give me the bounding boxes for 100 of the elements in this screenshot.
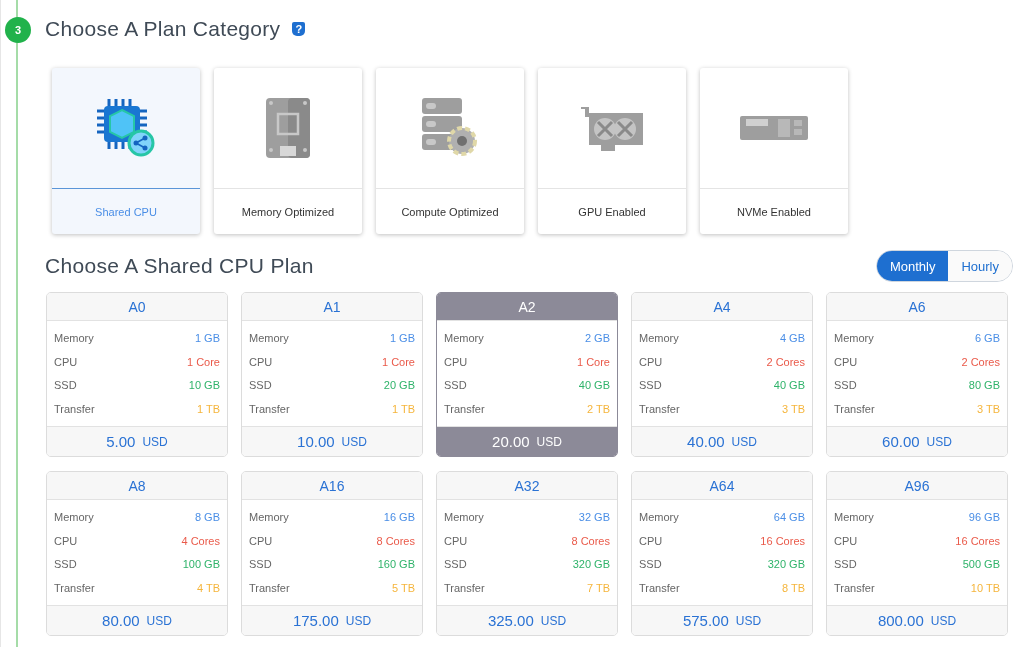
spec-label: SSD	[639, 379, 662, 392]
help-icon[interactable]: ?	[292, 22, 306, 36]
price-amount: 10.00	[297, 433, 335, 450]
spec-value: 10 TB	[970, 581, 1000, 594]
plan-name: A2	[437, 293, 617, 321]
spec-label: CPU	[249, 355, 273, 368]
spec-value: 1 GB	[194, 332, 220, 345]
spec-label: SSD	[249, 558, 272, 571]
spec-label: Memory	[444, 332, 484, 345]
currency: USD	[536, 434, 562, 449]
spec-label: CPU	[54, 355, 78, 368]
spec-value: 3 TB	[976, 402, 1000, 415]
spec-label: CPU	[444, 355, 468, 368]
category-card[interactable]: Compute Optimized	[376, 68, 524, 234]
category-label: Compute Optimized	[401, 205, 499, 218]
spec-label: Transfer	[834, 402, 875, 415]
spec-label: CPU	[834, 534, 858, 547]
price-amount: 5.00	[106, 433, 136, 450]
spec-label: Transfer	[639, 581, 680, 594]
plan-name: A96	[827, 472, 1007, 500]
category-label: NVMe Enabled	[737, 205, 811, 218]
price-amount: 40.00	[687, 433, 725, 450]
price-amount: 20.00	[492, 433, 530, 450]
spec-label: Transfer	[444, 402, 485, 415]
spec-value: 10 GB	[188, 379, 220, 392]
plan-card[interactable]: A16 Memory 16 GB CPU 8 Cores SSD 160 GB Transfer 5 TB 175.00 USD	[241, 471, 423, 636]
plan-card[interactable]: A32 Memory 32 GB CPU 8 Cores SSD 320 GB Transfer 7 TB 325.00 USD	[436, 471, 618, 636]
spec-label: Transfer	[249, 581, 290, 594]
category-label: Memory Optimized	[241, 205, 335, 218]
currency: USD	[345, 613, 372, 628]
graphics-card-icon	[581, 105, 643, 151]
price-amount: 325.00	[487, 612, 534, 629]
spec-value: 2 Cores	[766, 355, 805, 368]
currency: USD	[731, 434, 757, 449]
plan-card[interactable]: A2 Memory 2 GB CPU 1 Core SSD 40 GB Transfer 2 TB 20.00 USD	[436, 292, 618, 457]
spec-label: Memory	[249, 511, 289, 524]
billing-option[interactable]: Monthly	[876, 251, 949, 281]
price-amount: 60.00	[882, 433, 920, 450]
plan-card[interactable]: A8 Memory 8 GB CPU 4 Cores SSD 100 GB Transfer 4 TB 80.00 USD	[46, 471, 228, 636]
category-label: Shared CPU	[95, 205, 157, 218]
spec-value: 2 TB	[586, 402, 610, 415]
billing-option[interactable]: Hourly	[948, 251, 1012, 281]
spec-value: 320 GB	[767, 558, 805, 571]
currency: USD	[341, 434, 367, 449]
plan-card[interactable]: A96 Memory 96 GB CPU 16 Cores SSD 500 GB Transfer 10 TB 800.00 USD	[826, 471, 1008, 636]
category-card[interactable]: Shared CPU	[52, 68, 200, 234]
plan-card[interactable]: A64 Memory 64 GB CPU 16 Cores SSD 320 GB Transfer 8 TB 575.00 USD	[631, 471, 813, 636]
spec-value: 2 Cores	[961, 355, 1000, 368]
plan-card[interactable]: A6 Memory 6 GB CPU 2 Cores SSD 80 GB Transfer 3 TB 60.00 USD	[826, 292, 1008, 457]
category-card[interactable]: NVMe Enabled	[700, 68, 848, 234]
plan-name: A32	[437, 472, 617, 500]
currency: USD	[146, 613, 172, 628]
category-card[interactable]: Memory Optimized	[214, 68, 362, 234]
spec-label: Transfer	[444, 581, 485, 594]
spec-value: 500 GB	[962, 558, 1000, 571]
spec-value: 6 GB	[974, 332, 1000, 345]
spec-value: 64 GB	[773, 511, 805, 524]
spec-label: Transfer	[54, 402, 95, 415]
spec-label: SSD	[54, 558, 77, 571]
memory-module-icon	[266, 98, 310, 158]
spec-label: CPU	[54, 534, 78, 547]
spec-value: 2 GB	[584, 332, 610, 345]
spec-value: 8 TB	[781, 581, 805, 594]
currency: USD	[926, 434, 952, 449]
spec-value: 16 Cores	[760, 534, 805, 547]
spec-value: 4 TB	[196, 581, 220, 594]
spec-label: CPU	[249, 534, 273, 547]
currency: USD	[735, 613, 762, 628]
spec-label: Memory	[54, 332, 94, 345]
currency: USD	[540, 613, 567, 628]
plan-card[interactable]: A4 Memory 4 GB CPU 2 Cores SSD 40 GB Transfer 3 TB 40.00 USD	[631, 292, 813, 457]
category-label: GPU Enabled	[578, 205, 646, 218]
spec-label: Memory	[249, 332, 289, 345]
plan-card[interactable]: A0 Memory 1 GB CPU 1 Core SSD 10 GB Transfer 1 TB 5.00 USD	[46, 292, 228, 457]
spec-value: 5 TB	[391, 581, 415, 594]
spec-label: SSD	[249, 379, 272, 392]
spec-label: SSD	[444, 379, 467, 392]
spec-label: SSD	[834, 558, 857, 571]
category-card[interactable]: GPU Enabled	[538, 68, 686, 234]
currency: USD	[142, 434, 168, 449]
spec-label: Memory	[639, 332, 679, 345]
spec-value: 16 GB	[383, 511, 415, 524]
spec-value: 4 GB	[779, 332, 805, 345]
spec-value: 1 TB	[391, 402, 415, 415]
plan-card[interactable]: A1 Memory 1 GB CPU 1 Core SSD 20 GB Transfer 1 TB 10.00 USD	[241, 292, 423, 457]
spec-value: 1 GB	[389, 332, 415, 345]
section-title: Choose A Plan Category	[45, 17, 281, 41]
price-amount: 175.00	[292, 612, 339, 629]
currency: USD	[930, 613, 957, 628]
server-gear-icon	[422, 98, 478, 158]
spec-value: 160 GB	[377, 558, 415, 571]
price-amount: 575.00	[682, 612, 729, 629]
plan-name: A64	[632, 472, 812, 500]
ssd-stick-icon	[740, 116, 808, 140]
price-amount: 80.00	[102, 612, 140, 629]
spec-label: Memory	[54, 511, 94, 524]
chip-icon	[95, 97, 157, 159]
spec-value: 1 Core	[186, 355, 220, 368]
plan-name: A4	[632, 293, 812, 321]
spec-label: Memory	[834, 332, 874, 345]
